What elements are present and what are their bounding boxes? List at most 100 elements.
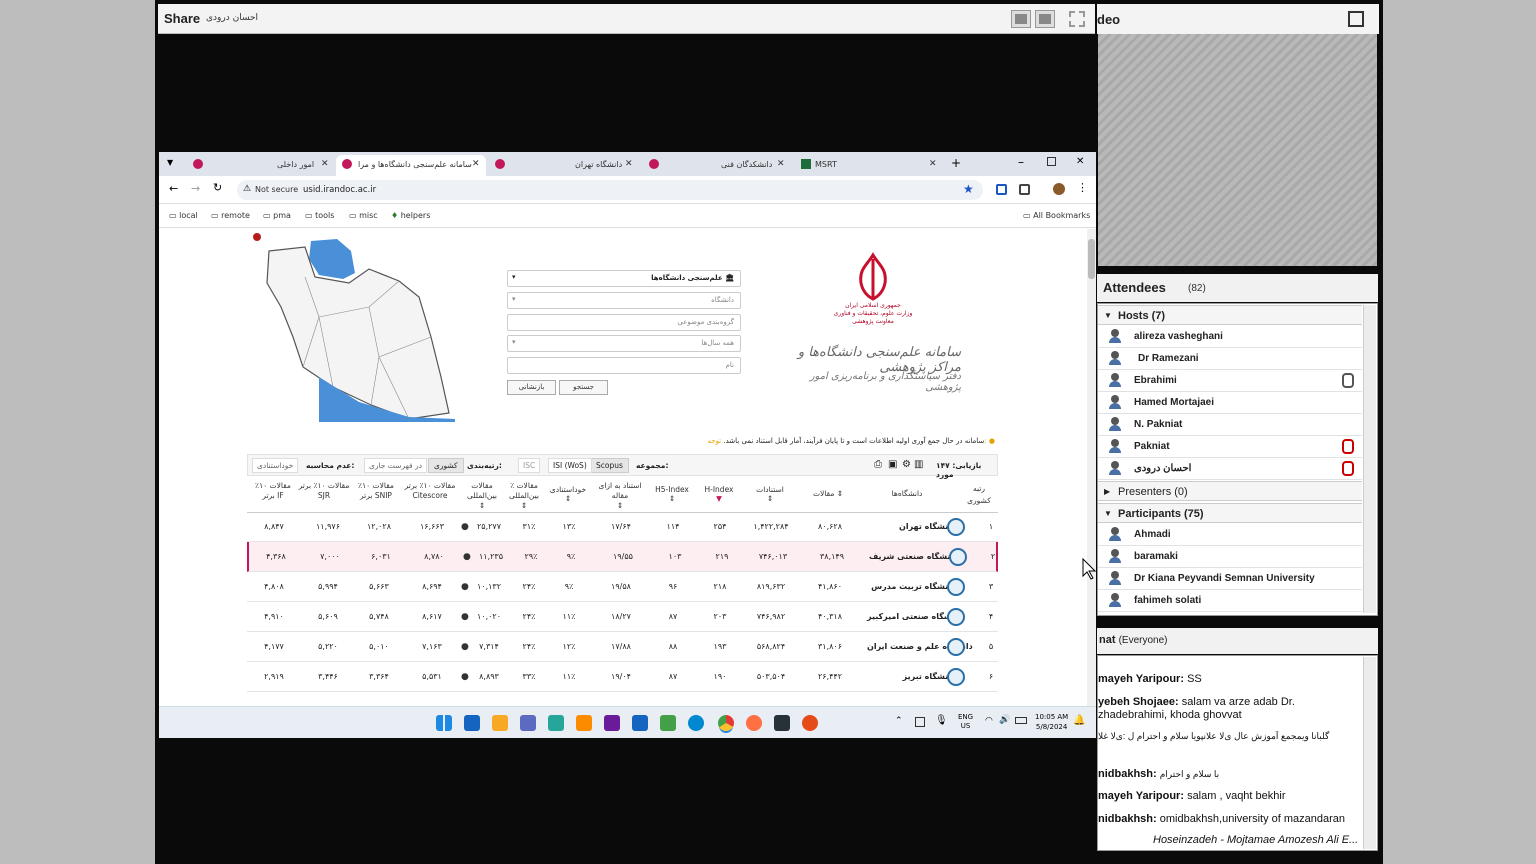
participant-row[interactable]: baramaki [1098,546,1362,568]
university-name-cell[interactable]: دانشگاه تبریز [867,672,955,681]
word-icon[interactable] [632,715,648,731]
collection-isi[interactable]: ISI (WoS) [548,458,592,473]
header-if[interactable]: مقالات ۱۰٪ برتر IF [249,481,297,501]
excel-icon[interactable]: ▣ [888,459,897,470]
notification-icon[interactable]: 🔔 [1073,715,1085,726]
header-cites-per-article[interactable]: استناد به ازای مقاله ⇕ [593,481,647,511]
table-row[interactable]: ۴ دانشگاه صنعتی امیرکبیر ۴۰,۳۱۸ ۷۴۶,۹۸۲ ۲۰۳ ۸… [247,602,998,632]
tab-close-icon[interactable]: ✕ [472,159,480,169]
file-explorer-icon[interactable] [492,715,508,731]
header-intl-articles[interactable]: مقالات بین‌المللی ⇕ [459,481,505,511]
reset-button[interactable]: بازنشانی [507,380,556,395]
globe-icon[interactable]: ● [461,642,469,652]
all-bookmarks[interactable]: ▭ All Bookmarks [1023,211,1090,220]
attendees-scrollbar[interactable] [1363,305,1376,613]
globe-icon[interactable]: ● [461,522,469,532]
header-snip[interactable]: مقالات ۱۰٪ برتر SNIP [351,481,401,501]
attendee-row[interactable]: Ebrahimi [1098,370,1362,392]
tab-msrt[interactable]: MSRT ✕ [797,155,941,176]
terminal-icon[interactable] [774,715,790,731]
minimize-icon[interactable]: – [1018,155,1024,169]
bookmark-tools[interactable]: ▭ tools [305,211,334,220]
attendee-row[interactable]: N. Pakniat [1098,414,1362,436]
exclude-self-citation[interactable]: خوداستنادی [252,458,299,473]
participant-row[interactable]: fahimeh solati [1098,590,1362,612]
header-citescore[interactable]: مقالات ۱۰٪ برتر Citescore [401,481,459,501]
app-icon[interactable] [548,715,564,731]
hosts-section[interactable]: ▼ Hosts (7) [1098,305,1362,325]
university-select[interactable]: دانشگاه ▾ [507,292,741,309]
settings-icon[interactable]: ⚙ [902,459,911,470]
edge-icon[interactable] [688,715,704,731]
tab-tehran-university[interactable]: دانشگاه تهران ✕ [489,155,635,176]
header-articles[interactable]: مقالات ⇕ [799,489,857,498]
collection-scopus[interactable]: Scopus [590,458,629,473]
puzzle-icon[interactable] [1019,184,1030,195]
clock[interactable]: 10:05 AM 5/8/2024 [1035,712,1068,732]
chrome-icon[interactable] [718,715,734,731]
reload-icon[interactable]: ↻ [213,181,222,194]
app-icon[interactable] [604,715,620,731]
header-intl-percent[interactable]: ٪ مقالات بین‌المللی ⇕ [505,481,543,511]
firefox-icon[interactable] [746,715,762,731]
bookmark-helpers[interactable]: ♦ helpers [391,211,430,220]
maximize-icon[interactable] [1047,157,1056,166]
ranking-current-list[interactable]: در فهرست جاری [364,458,427,473]
collection-isc[interactable]: ISC [518,458,541,473]
university-name-cell[interactable]: دانشگاه تربیت مدرس [867,582,955,591]
powerpoint-icon[interactable] [802,715,818,731]
volume-icon[interactable]: 🔊 [999,715,1010,725]
participant-row[interactable]: Dr Kiana Peyvandi Semnan University [1098,568,1362,590]
university-name-cell[interactable]: دانشگاه صنعتی امیرکبیر [867,612,962,621]
chart-icon[interactable]: ▥ [914,459,923,470]
system-select[interactable]: علم‌سنجی دانشگاه‌ها 🏛 ▾ [507,270,741,287]
header-self-citation[interactable]: خوداستنادی ⇕ [543,485,593,503]
university-name-cell[interactable]: دانشگاه علم و صنعت ایران [867,642,973,651]
app-icon[interactable] [660,715,676,731]
mic-tray-icon[interactable]: 🎙 [935,715,948,726]
ranking-national[interactable]: کشوری [428,458,464,473]
tray-chevron-icon[interactable]: ⌃ [895,716,903,726]
header-university[interactable]: دانشگاه‌ها [857,489,957,498]
close-window-icon[interactable]: ✕ [1076,156,1084,167]
tab-engineering-college[interactable]: دانشکدگان فنی ✕ [643,155,789,176]
subject-group-field[interactable]: گروه‌بندی موضوعی [507,314,741,331]
globe-icon[interactable]: ● [463,552,471,562]
back-icon[interactable]: ← [169,182,178,195]
attendee-row[interactable]: Pakniat [1098,436,1362,458]
header-rank[interactable]: رتبه کشوری [961,483,997,507]
expand-icon[interactable] [1348,11,1364,27]
attendee-row[interactable]: احسان درودی [1098,458,1362,480]
table-row[interactable]: ۵ دانشگاه علم و صنعت ایران ۳۱,۸۰۶ ۵۶۸,۸۲۴ ۱۹… [247,632,998,662]
page-scrollbar[interactable] [1087,229,1096,706]
bookmark-misc[interactable]: ▭ misc [349,211,378,220]
profile-avatar-icon[interactable] [1053,183,1065,195]
table-row[interactable]: ۶ دانشگاه تبریز ۲۶,۴۴۲ ۵۰۳,۵۰۴ ۱۹۰ ۸۷ ۱۹/۰۴ ۱۱٪… [247,662,998,692]
university-name-cell[interactable]: دانشگاه صنعتی شریف [869,552,957,561]
bookmark-remote[interactable]: ▭ remote [211,211,250,220]
attendee-row[interactable]: Dr Ramezani [1098,348,1362,370]
tab-scientometrics[interactable]: سامانه علم‌سنجی دانشگاه‌ها و مرا ✕ [336,155,486,176]
extension-icon[interactable] [996,184,1007,195]
new-tab-icon[interactable]: + [951,156,961,170]
globe-icon[interactable]: ● [461,672,469,682]
layout-button-1[interactable] [1011,10,1031,28]
globe-icon[interactable]: ● [461,612,469,622]
language-indicator[interactable]: ENG US [958,713,973,731]
menu-kebab-icon[interactable]: ⋮ [1077,181,1088,194]
url-field[interactable]: ⚠ Not secure usid.irandoc.ac.ir ★ [237,180,983,200]
bookmark-star-icon[interactable]: ★ [963,182,974,196]
chat-scrollbar[interactable] [1363,657,1376,849]
header-h-index[interactable]: H-Index ▼ [697,485,741,503]
name-field[interactable]: نام [507,357,741,374]
tab-close-icon[interactable]: ✕ [625,159,633,169]
university-name-cell[interactable]: دانشگاه تهران [867,522,955,531]
tab-internal-affairs[interactable]: امور داخلی ✕ [189,155,335,176]
attendee-row[interactable]: Hamed Mortajaei [1098,392,1362,414]
tray-app-icon[interactable] [915,717,925,727]
header-sjr[interactable]: مقالات ۱۰٪ برتر SJR [297,481,351,501]
tab-close-icon[interactable]: ✕ [777,159,785,169]
outlook-icon[interactable] [464,715,480,731]
table-row[interactable]: ۲ دانشگاه صنعتی شریف ۳۸,۱۴۹ ۷۴۶,۰۱۳ ۲۱۹ ۱۰۳ ۱۹… [247,542,998,572]
tab-close-icon[interactable]: ✕ [321,159,329,169]
